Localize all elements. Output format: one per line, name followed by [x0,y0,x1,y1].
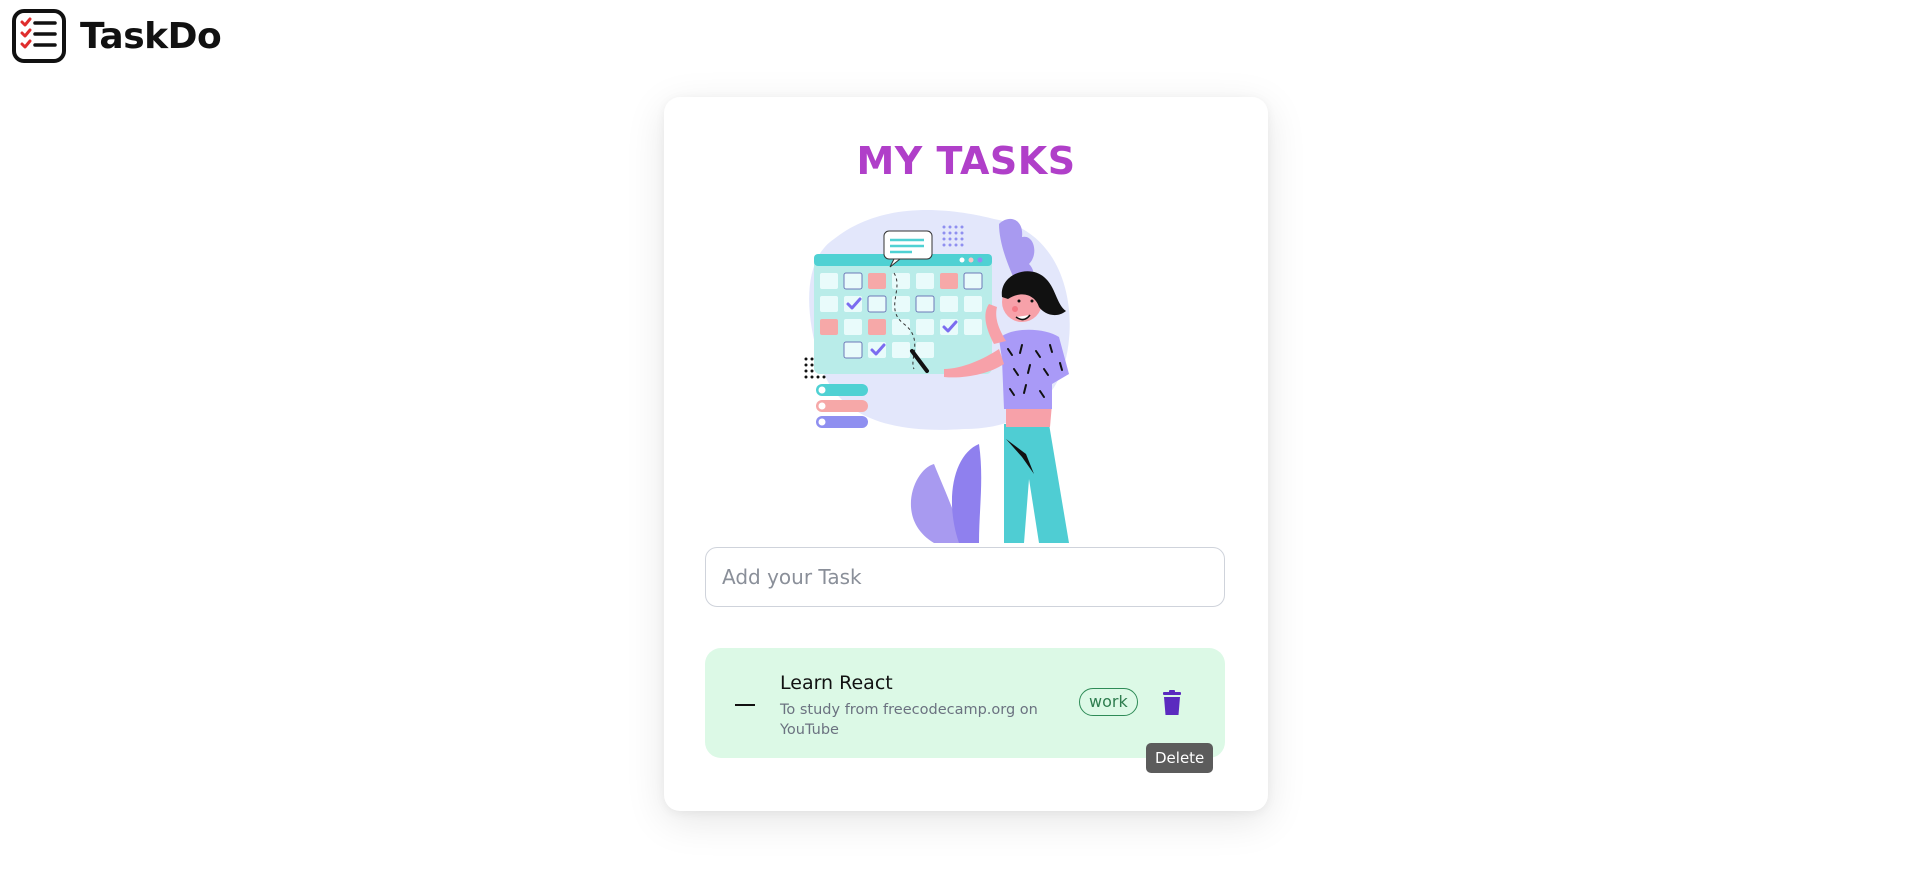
app-header: TaskDo [12,9,222,63]
app-name: TaskDo [80,15,222,57]
task-status-dash[interactable] [735,704,755,706]
delete-task-button[interactable] [1159,688,1185,718]
tasks-card: MY TASKS Add your Task Learn React To st… [664,97,1268,811]
trash-icon [1163,690,1181,715]
task-item: Learn React To study from freecodecamp.o… [705,648,1225,758]
add-task-input[interactable] [705,547,1225,607]
task-description: To study from freecodecamp.org on YouTub… [780,702,1038,738]
woman-with-calendar-illustration [794,199,1144,543]
delete-tooltip: Delete [1146,743,1214,773]
page-title: MY TASKS [856,139,1076,183]
task-tag: work [1079,688,1138,716]
checklist-icon [12,9,66,63]
task-title: Learn React [780,672,893,694]
